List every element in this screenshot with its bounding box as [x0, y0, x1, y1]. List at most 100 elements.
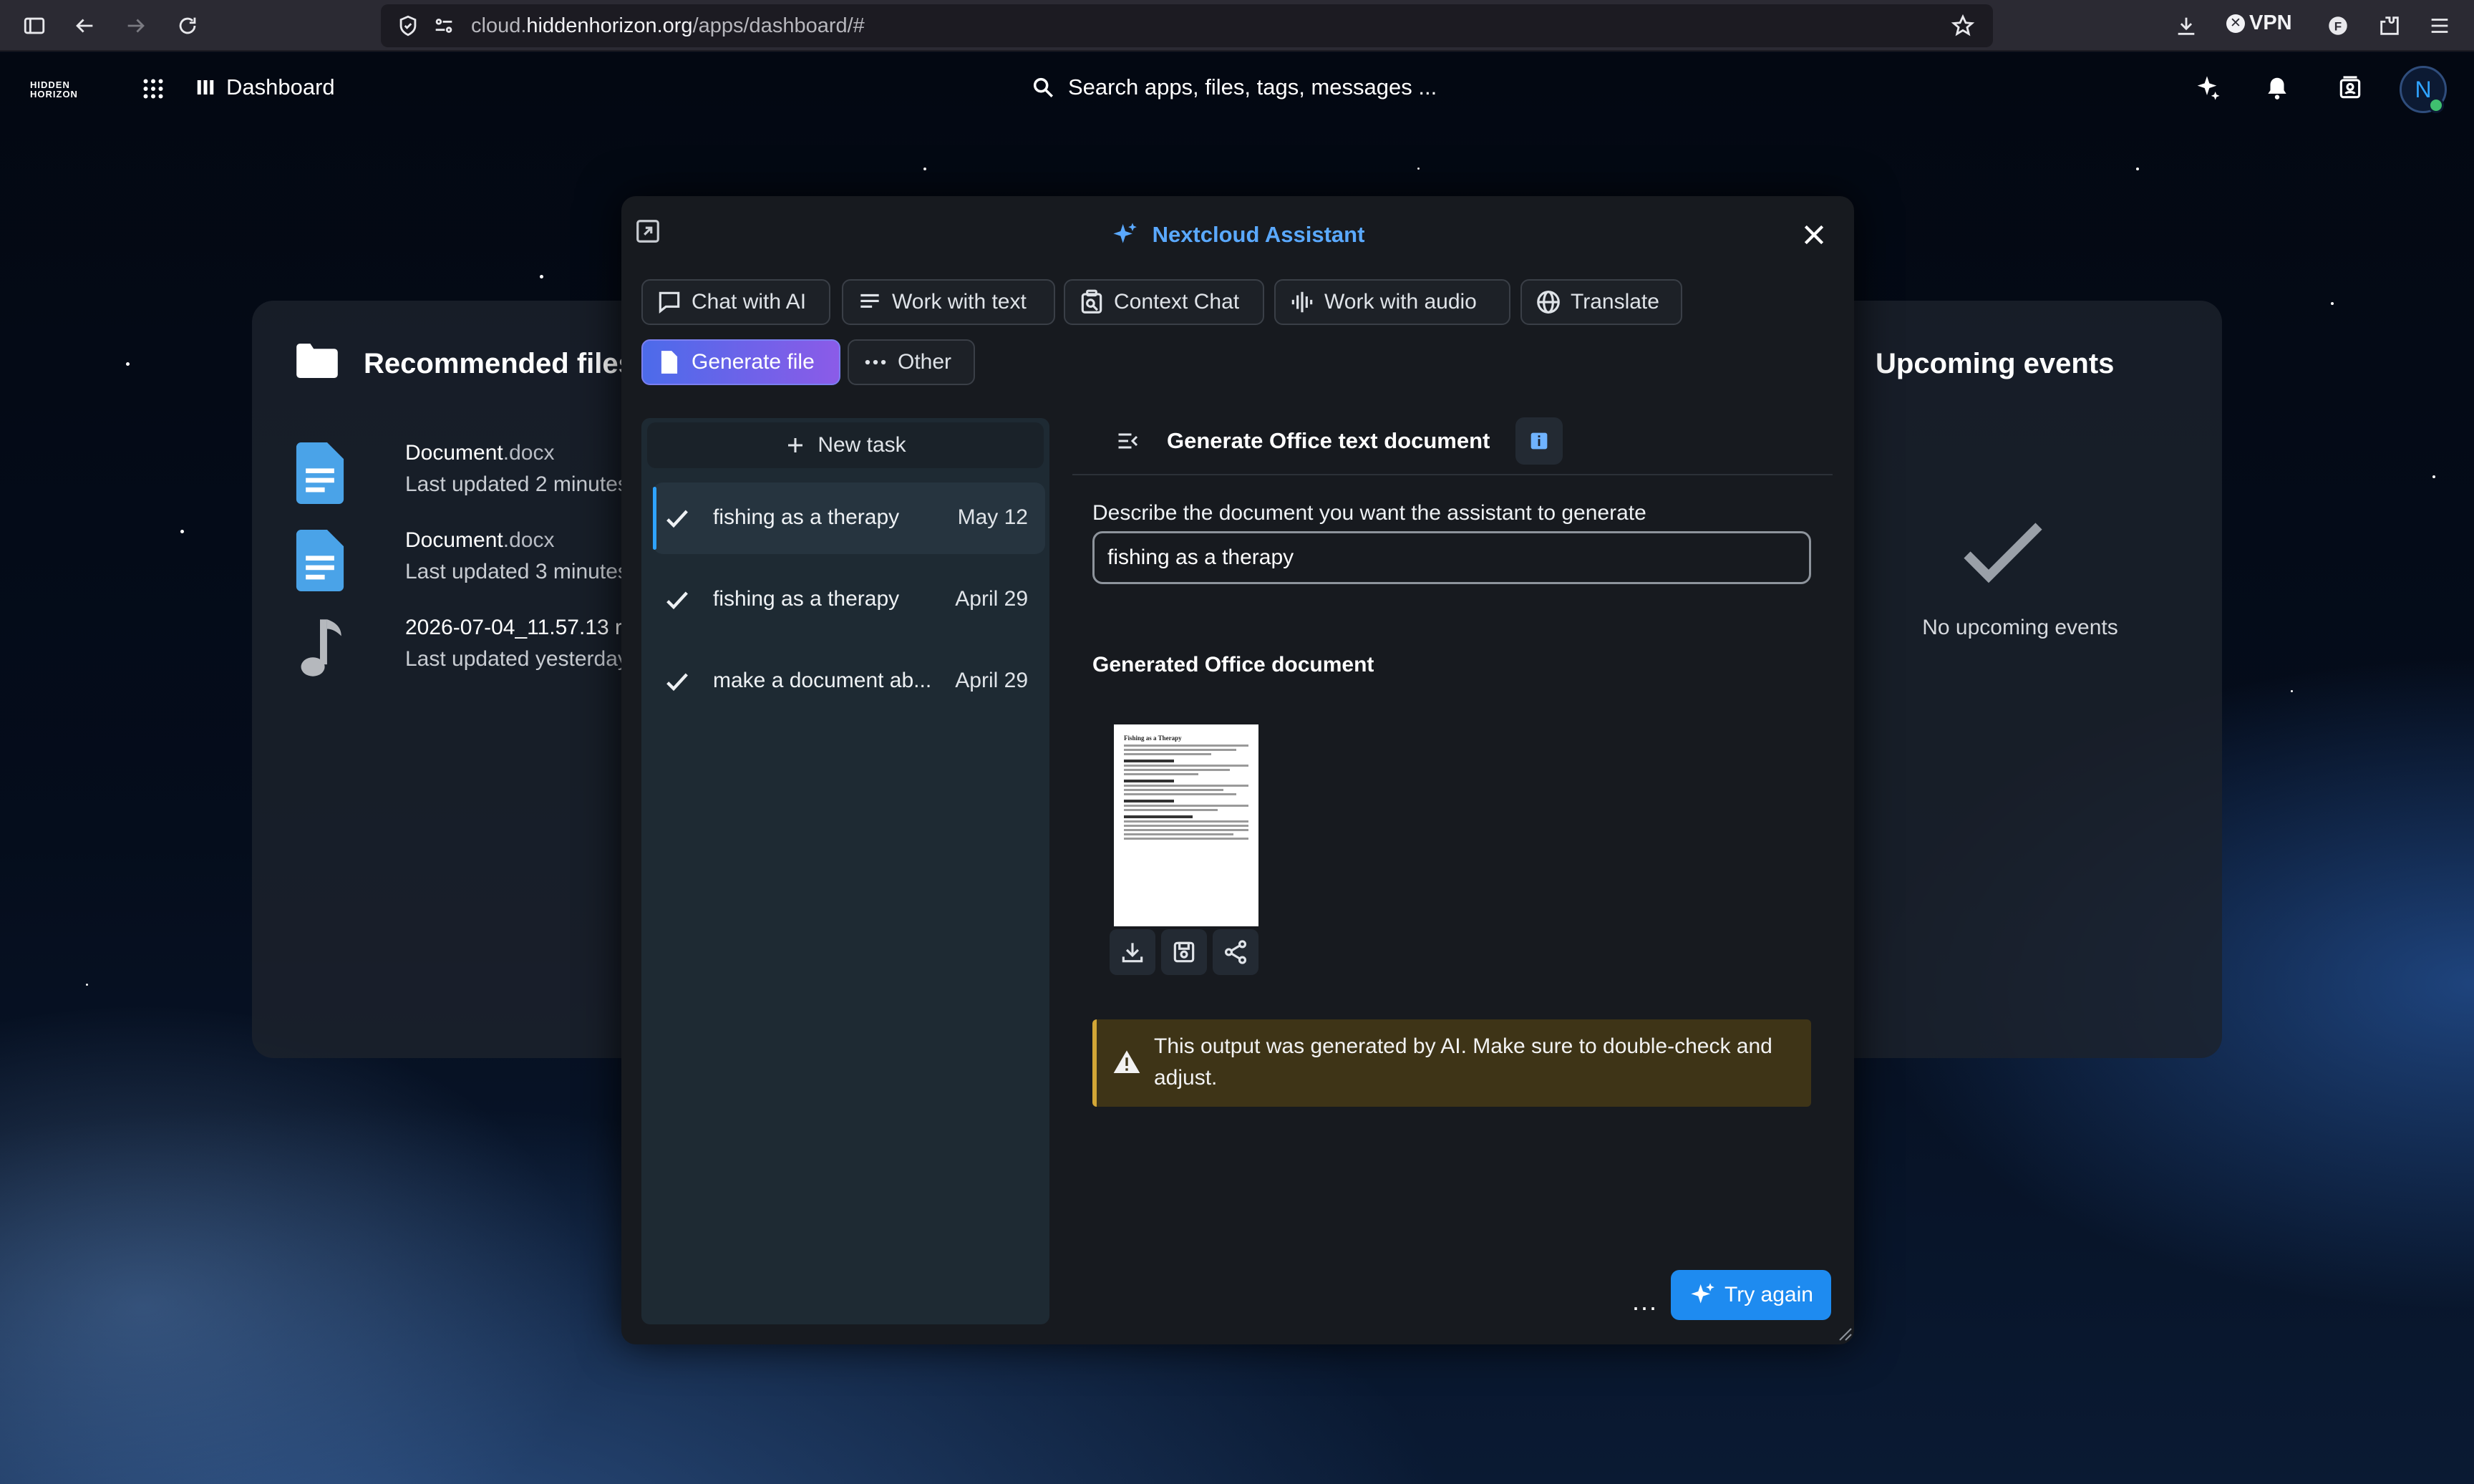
recommended-file-item[interactable]: 2026-07-04_11.57.13 recording Last updat… [295, 616, 704, 694]
menu-icon[interactable] [2424, 10, 2455, 42]
back-icon[interactable] [69, 10, 100, 42]
site-permissions-icon[interactable] [428, 10, 460, 42]
file-icon [661, 351, 678, 374]
downloads-icon[interactable] [2170, 10, 2202, 42]
sidebar-toggle-icon[interactable] [19, 10, 50, 42]
tab-other[interactable]: Other [848, 339, 975, 385]
svg-text:F: F [2334, 19, 2342, 33]
preview-line [1124, 838, 1248, 840]
save-icon [1173, 941, 1195, 963]
star [540, 275, 543, 278]
bookmark-star-icon[interactable] [1947, 10, 1979, 42]
preview-line [1124, 825, 1248, 827]
preview-heading [1124, 800, 1174, 802]
preview-line [1124, 749, 1236, 751]
task-name: fishing as a therapy [713, 505, 900, 529]
tab-context-chat[interactable]: Context Chat [1064, 279, 1264, 325]
header-divider [1072, 474, 1833, 475]
address-bar[interactable]: cloud.hiddenhorizon.org/apps/dashboard/# [381, 4, 1993, 47]
app-menu-grid-icon[interactable] [140, 76, 166, 102]
preview-doc-title: Fishing as a Therapy [1124, 734, 1182, 742]
info-icon [1531, 432, 1548, 450]
profile-f-icon[interactable]: F [2322, 10, 2354, 42]
recommended-file-item[interactable]: Document.docx Last updated 2 minutes ago [295, 441, 670, 520]
vpn-button[interactable]: ✕ VPN [2226, 11, 2292, 35]
recommended-file-item[interactable]: Document.docx Last updated 3 minutes ago [295, 528, 670, 607]
forward-icon[interactable] [120, 10, 152, 42]
preview-heading [1124, 760, 1174, 762]
collapse-list-icon[interactable] [1115, 428, 1141, 454]
download-file-button[interactable] [1110, 929, 1155, 975]
dashboard-icon [197, 80, 214, 94]
tab-work-with-text[interactable]: Work with text [842, 279, 1055, 325]
star [923, 168, 926, 170]
star [2136, 168, 2139, 170]
logo-line-2: HORIZON [30, 89, 78, 100]
assistant-modal: Nextcloud Assistant Chat with AI Work wi… [621, 196, 1854, 1344]
globe-icon [1537, 291, 1560, 314]
share-file-button[interactable] [1213, 929, 1258, 975]
tab-work-with-audio[interactable]: Work with audio [1274, 279, 1510, 325]
task-info-button[interactable] [1515, 417, 1563, 465]
preview-line [1124, 789, 1224, 791]
text-lines-icon [860, 294, 879, 308]
assistant-sparkle-icon [1112, 223, 1137, 243]
task-name: fishing as a therapy [713, 587, 900, 611]
preview-line [1124, 769, 1230, 771]
preview-heading [1124, 780, 1174, 782]
shield-icon [392, 10, 424, 42]
dashboard-title: Dashboard [226, 74, 335, 100]
star [2331, 302, 2334, 305]
new-task-button[interactable]: New task [647, 422, 1044, 468]
notifications-bell-icon[interactable] [2259, 70, 2295, 106]
preview-line [1124, 765, 1248, 767]
task-name: make a document ab... [713, 669, 932, 692]
tab-generate-file[interactable]: Generate file [641, 339, 840, 385]
task-type-title: Generate Office text document [1167, 428, 1490, 453]
tab-chat-with-ai[interactable]: Chat with AI [641, 279, 830, 325]
task-history-list: New task fishing as a therapy May 12 fis… [641, 418, 1049, 1324]
audio-note-icon [301, 619, 341, 676]
extensions-icon[interactable] [2374, 10, 2405, 42]
close-icon[interactable] [1800, 220, 1828, 249]
star [2432, 475, 2435, 478]
vpn-off-icon: ✕ [2226, 14, 2245, 33]
warning-text: This output was generated by AI. Make su… [1154, 1034, 1772, 1090]
contacts-menu-icon[interactable] [2332, 70, 2368, 106]
task-date: May 12 [957, 505, 1028, 529]
more-actions-button[interactable]: ... [1624, 1280, 1667, 1323]
search-placeholder: Search apps, files, tags, messages ... [1068, 74, 1437, 100]
avatar-letter: N [2415, 76, 2432, 102]
share-icon [1224, 940, 1247, 964]
task-item[interactable]: fishing as a therapy April 29 [653, 564, 1045, 636]
text-document-icon [296, 530, 344, 591]
preview-line [1124, 829, 1248, 831]
file-name: Document.docx [405, 441, 555, 465]
task-date: April 29 [955, 587, 1028, 611]
dashboard-app-link[interactable]: Dashboard [195, 74, 335, 100]
save-file-button[interactable] [1161, 929, 1207, 975]
prompt-label: Describe the document you want the assis… [1092, 501, 1646, 525]
task-item[interactable]: make a document ab... April 29 [653, 646, 1045, 717]
preview-line [1124, 809, 1218, 811]
generated-document-preview[interactable]: Fishing as a Therapy [1114, 724, 1258, 926]
preview-line [1124, 833, 1234, 835]
star [126, 362, 130, 366]
task-item[interactable]: fishing as a therapy May 12 [653, 482, 1045, 554]
resize-handle-icon[interactable] [1835, 1324, 1853, 1342]
download-icon [1122, 943, 1143, 963]
prompt-input[interactable] [1092, 531, 1811, 584]
assistant-title: Nextcloud Assistant [621, 220, 1854, 249]
widget-title-upcoming-events: Upcoming events [1876, 348, 2115, 379]
tab-translate[interactable]: Translate [1520, 279, 1682, 325]
star [86, 984, 88, 986]
warning-triangle-icon [1113, 1050, 1140, 1073]
try-again-button[interactable]: Try again [1671, 1270, 1831, 1320]
preview-line [1124, 820, 1248, 823]
upcoming-events-widget: Upcoming events No upcoming events [1818, 301, 2222, 1058]
reload-icon[interactable] [172, 10, 203, 42]
unified-search[interactable]: Search apps, files, tags, messages ... [1031, 74, 1437, 100]
preview-heading [1124, 815, 1193, 818]
hidden-horizon-logo[interactable]: HIDDEN HORIZON [30, 80, 78, 99]
assistant-sparkle-icon[interactable] [2189, 70, 2225, 106]
